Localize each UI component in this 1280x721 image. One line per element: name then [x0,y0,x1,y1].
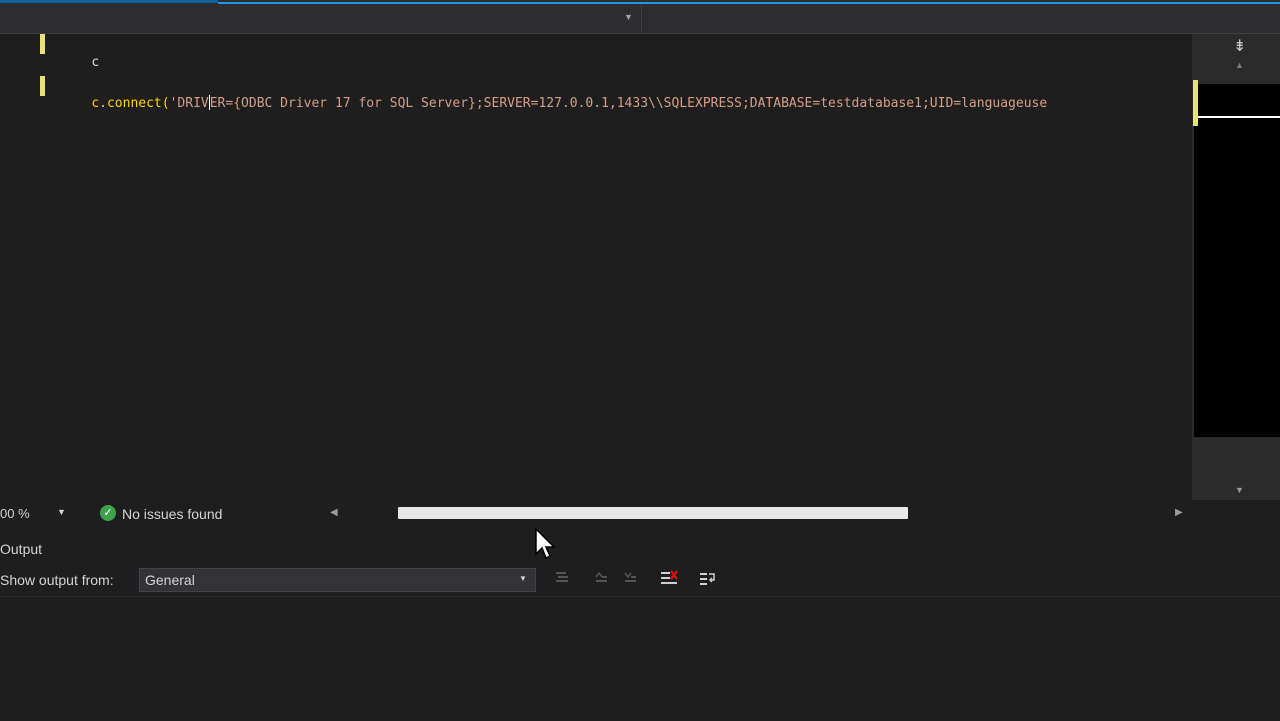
chevron-down-icon[interactable]: ▼ [519,574,527,583]
clear-all-icon[interactable] [660,570,678,588]
scroll-map-change-marker [1193,80,1198,126]
scroll-up-arrow-icon[interactable]: ▲ [1235,60,1244,70]
zoom-level[interactable]: 00 % [0,506,30,521]
code-identifier: c.connect( [91,96,170,111]
output-source-value: General [145,572,195,588]
navigation-bar-divider [641,4,642,32]
output-source-dropdown[interactable] [139,568,536,592]
active-tab-indicator[interactable] [0,0,218,3]
issues-status[interactable]: No issues found [122,506,222,522]
show-output-from-label: Show output from: [0,572,114,588]
code-string: ER={ODBC Driver 17 for SQL Server};SERVE… [209,96,1048,111]
output-text-area[interactable] [0,596,1280,721]
split-window-icon[interactable]: ⇟ [1233,36,1246,56]
horizontal-scrollbar-thumb[interactable] [398,507,908,519]
scroll-down-arrow-icon[interactable]: ▼ [1235,485,1244,495]
code-line-2[interactable]: c.connect('DRIVER={ODBC Driver 17 for SQ… [60,77,1047,131]
output-panel-header [0,532,1280,566]
zoom-dropdown-icon[interactable]: ▼ [57,507,66,517]
mouse-pointer-icon [534,527,558,564]
code-string: 'DRIV [169,96,209,111]
scroll-left-arrow-icon[interactable]: ◀ [330,507,338,518]
code-editor[interactable]: c c.connect('DRIVER={ODBC Driver 17 for … [0,34,1192,500]
find-previous-icon[interactable] [553,570,571,588]
output-panel-title: Output [0,541,43,557]
check-circle-icon: ✓ [100,505,116,521]
change-marker [40,76,45,96]
word-wrap-icon[interactable] [699,570,717,588]
scroll-map-caret-line [1198,116,1280,118]
go-to-next-icon[interactable] [621,570,639,588]
tab-accent-line [218,2,1280,4]
scroll-right-arrow-icon[interactable]: ▶ [1175,507,1183,518]
scroll-map-viewport[interactable] [1194,84,1280,437]
change-marker [40,34,45,54]
document-tab-bar [0,0,1280,34]
code-text: c [91,55,100,70]
navigation-dropdown-chevron-icon[interactable]: ▼ [624,12,633,22]
go-to-previous-icon[interactable] [592,570,610,588]
